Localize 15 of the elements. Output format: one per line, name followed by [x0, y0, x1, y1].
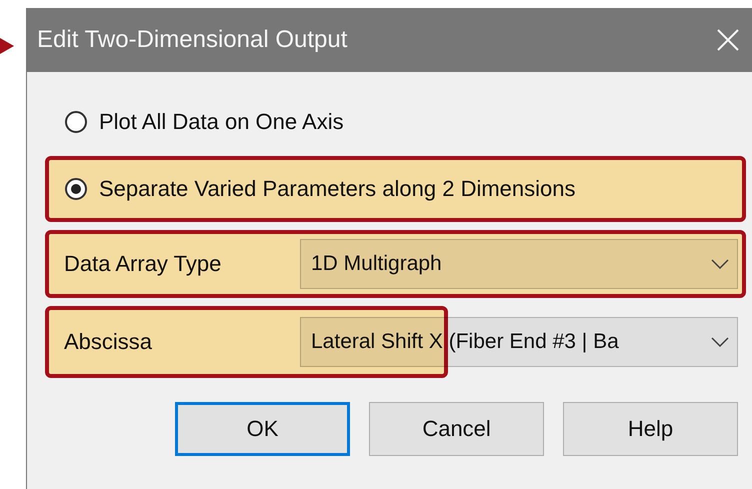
chevron-icon — [711, 259, 729, 269]
radio-icon[interactable] — [65, 111, 87, 133]
chevron-icon — [711, 337, 729, 347]
close-icon[interactable] — [716, 28, 740, 52]
radio-option[interactable]: Separate Varied Parameters along 2 Dimensions — [65, 176, 576, 202]
window-title: Edit Two-Dimensional Output — [37, 26, 348, 54]
field-label: Abscissa — [64, 329, 154, 355]
dialog-button[interactable]: Cancel — [369, 402, 544, 456]
dropdown-field[interactable]: Lateral Shift X (Fiber End #3 | Ba — [300, 317, 738, 367]
radio-option[interactable]: Plot All Data on One Axis — [65, 109, 344, 135]
dialog-button[interactable]: Help — [563, 402, 738, 456]
arrow-icon — [0, 38, 14, 54]
field-label: Data Array Type — [64, 251, 222, 277]
dropdown-field[interactable]: 1D Multigraph — [300, 239, 738, 289]
dialog-button[interactable]: OK — [175, 402, 350, 456]
